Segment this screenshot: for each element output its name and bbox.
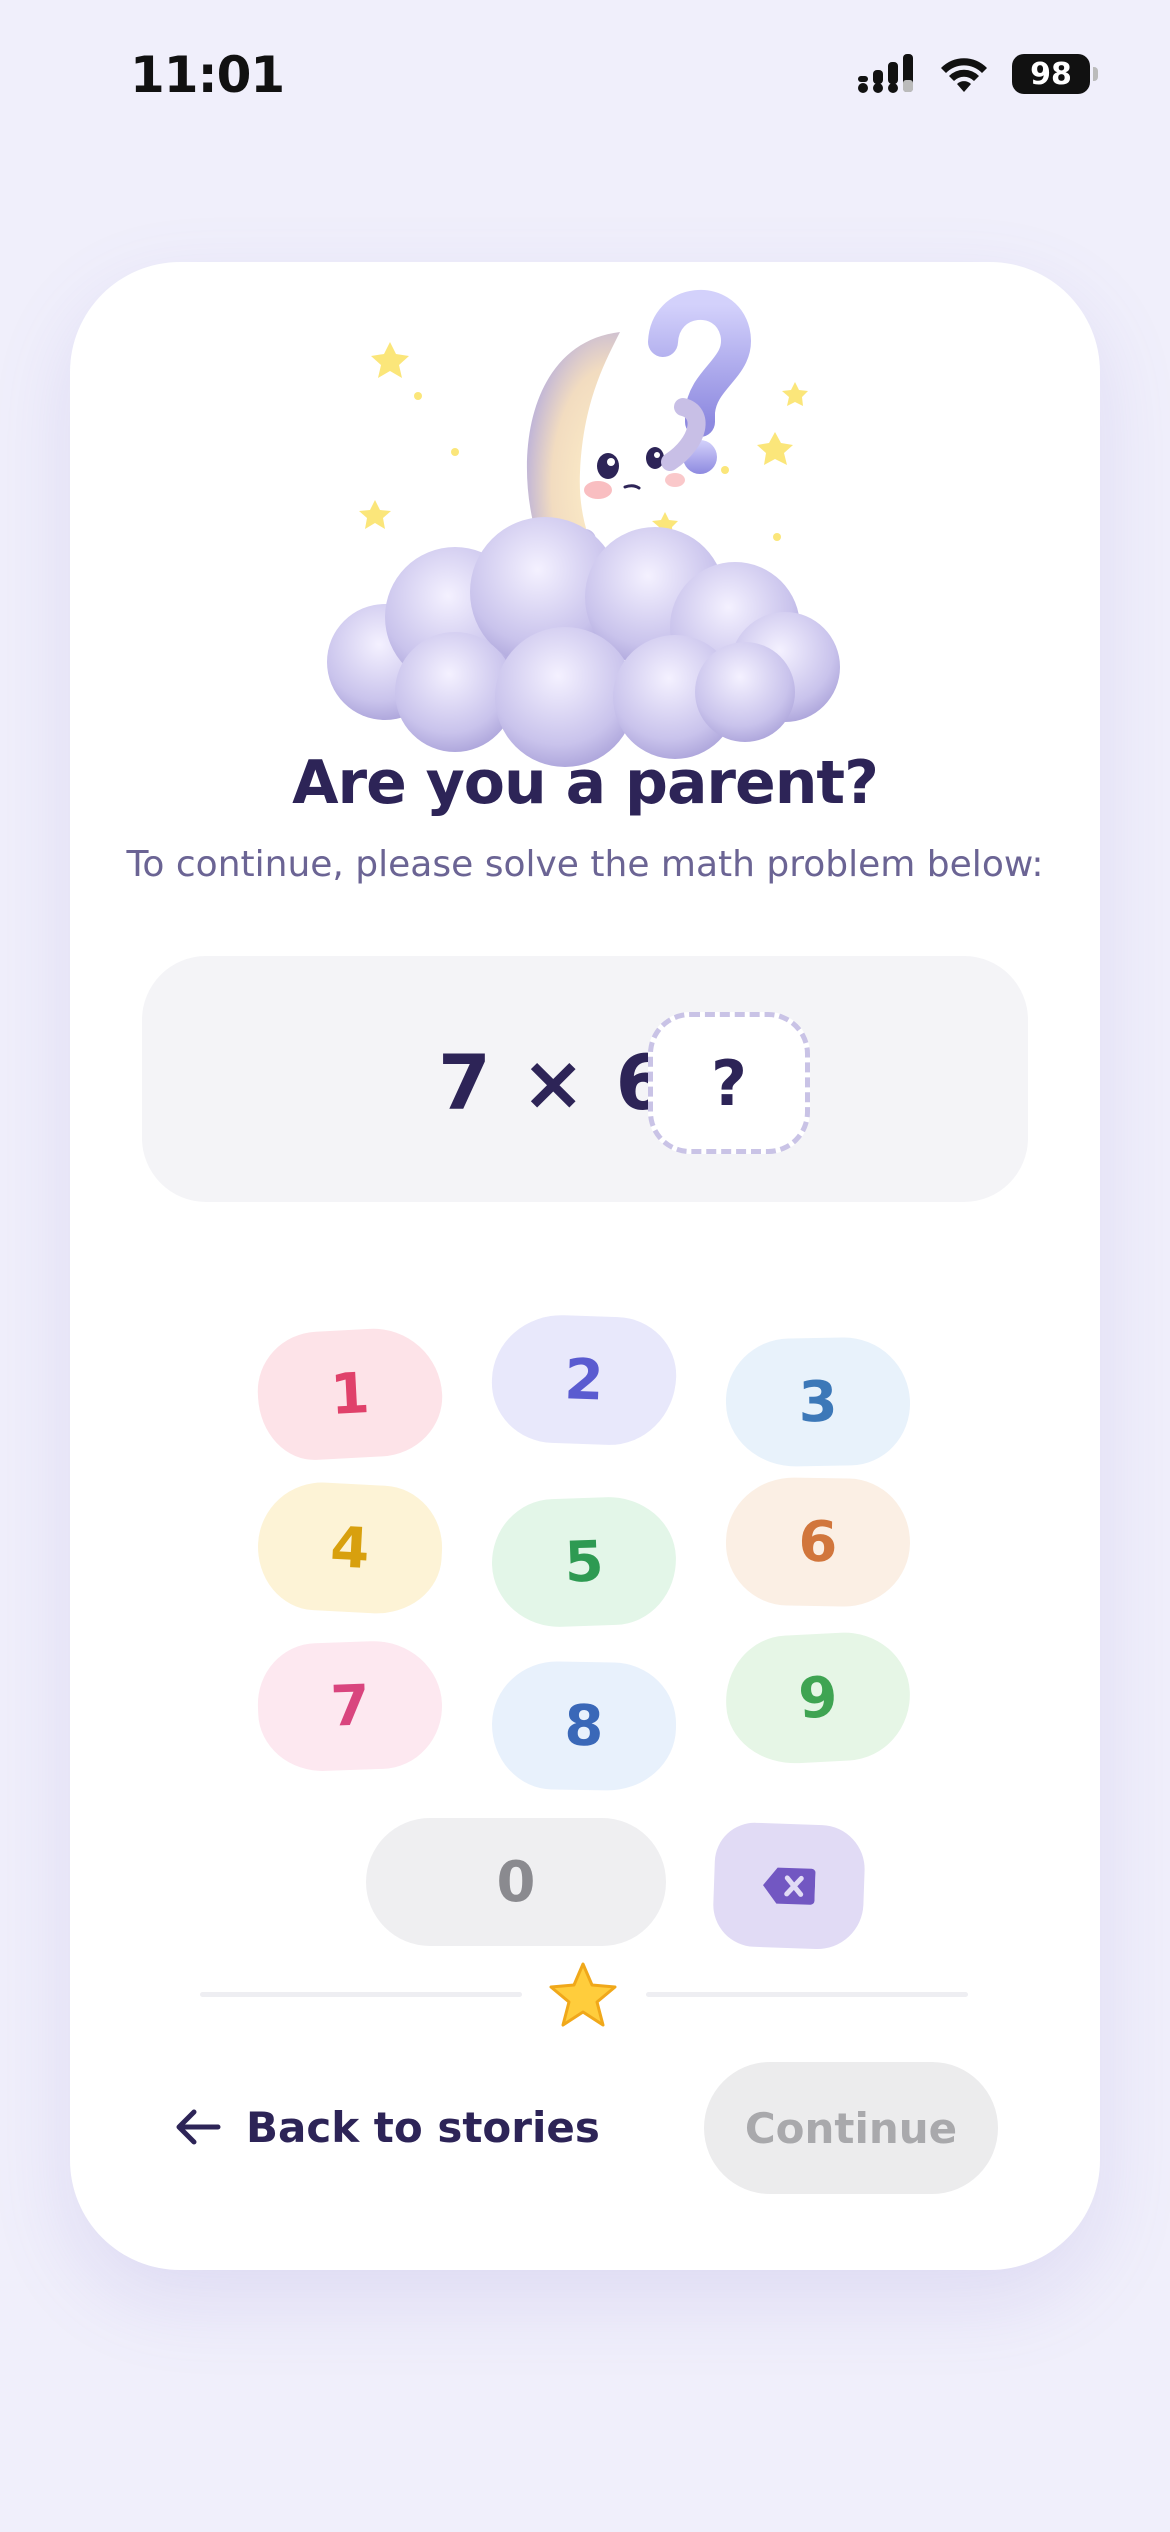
moon-mascot-illustration <box>327 289 840 767</box>
keypad-key-2[interactable]: 2 <box>489 1312 679 1448</box>
keypad-key-8[interactable]: 8 <box>490 1660 678 1792</box>
status-icons: 98 <box>858 54 1098 94</box>
battery-icon: 98 <box>1012 54 1098 94</box>
back-to-stories-label: Back to stories <box>246 2102 600 2152</box>
answer-placeholder: ? <box>711 1046 747 1120</box>
keypad-key-0[interactable]: 0 <box>366 1818 666 1946</box>
divider-right <box>646 1992 968 1997</box>
keypad-key-4[interactable]: 4 <box>254 1479 446 1617</box>
keypad-key-6[interactable]: 6 <box>724 1476 912 1608</box>
math-problem-box: 7 × 6 = ? <box>142 956 1028 1202</box>
keypad-key-3[interactable]: 3 <box>724 1336 912 1468</box>
page-title: Are you a parent? <box>292 748 879 818</box>
cellular-signal-icon <box>858 54 913 93</box>
divider-left <box>200 1992 522 1997</box>
continue-button[interactable]: Continue <box>704 2062 998 2194</box>
status-bar: 11:01 98 <box>0 0 1170 150</box>
keypad-key-5[interactable]: 5 <box>489 1494 679 1630</box>
battery-level: 98 <box>1030 56 1072 92</box>
keypad-key-1[interactable]: 1 <box>254 1325 446 1463</box>
star-icon <box>549 1962 617 2027</box>
answer-input[interactable]: ? <box>648 1012 810 1154</box>
backspace-icon <box>763 1867 816 1905</box>
keypad-key-7[interactable]: 7 <box>255 1638 445 1774</box>
arrow-left-icon <box>176 2109 221 2145</box>
back-to-stories-link[interactable]: Back to stories <box>174 2092 600 2162</box>
keypad-delete-button[interactable] <box>711 1821 867 1951</box>
page-subtitle: To continue, please solve the math probl… <box>126 844 1044 885</box>
parent-gate-card: Are you a parent? To continue, please so… <box>70 262 1100 2270</box>
keypad-key-9[interactable]: 9 <box>722 1629 914 1767</box>
status-time: 11:01 <box>130 46 285 104</box>
wifi-icon <box>941 58 987 92</box>
